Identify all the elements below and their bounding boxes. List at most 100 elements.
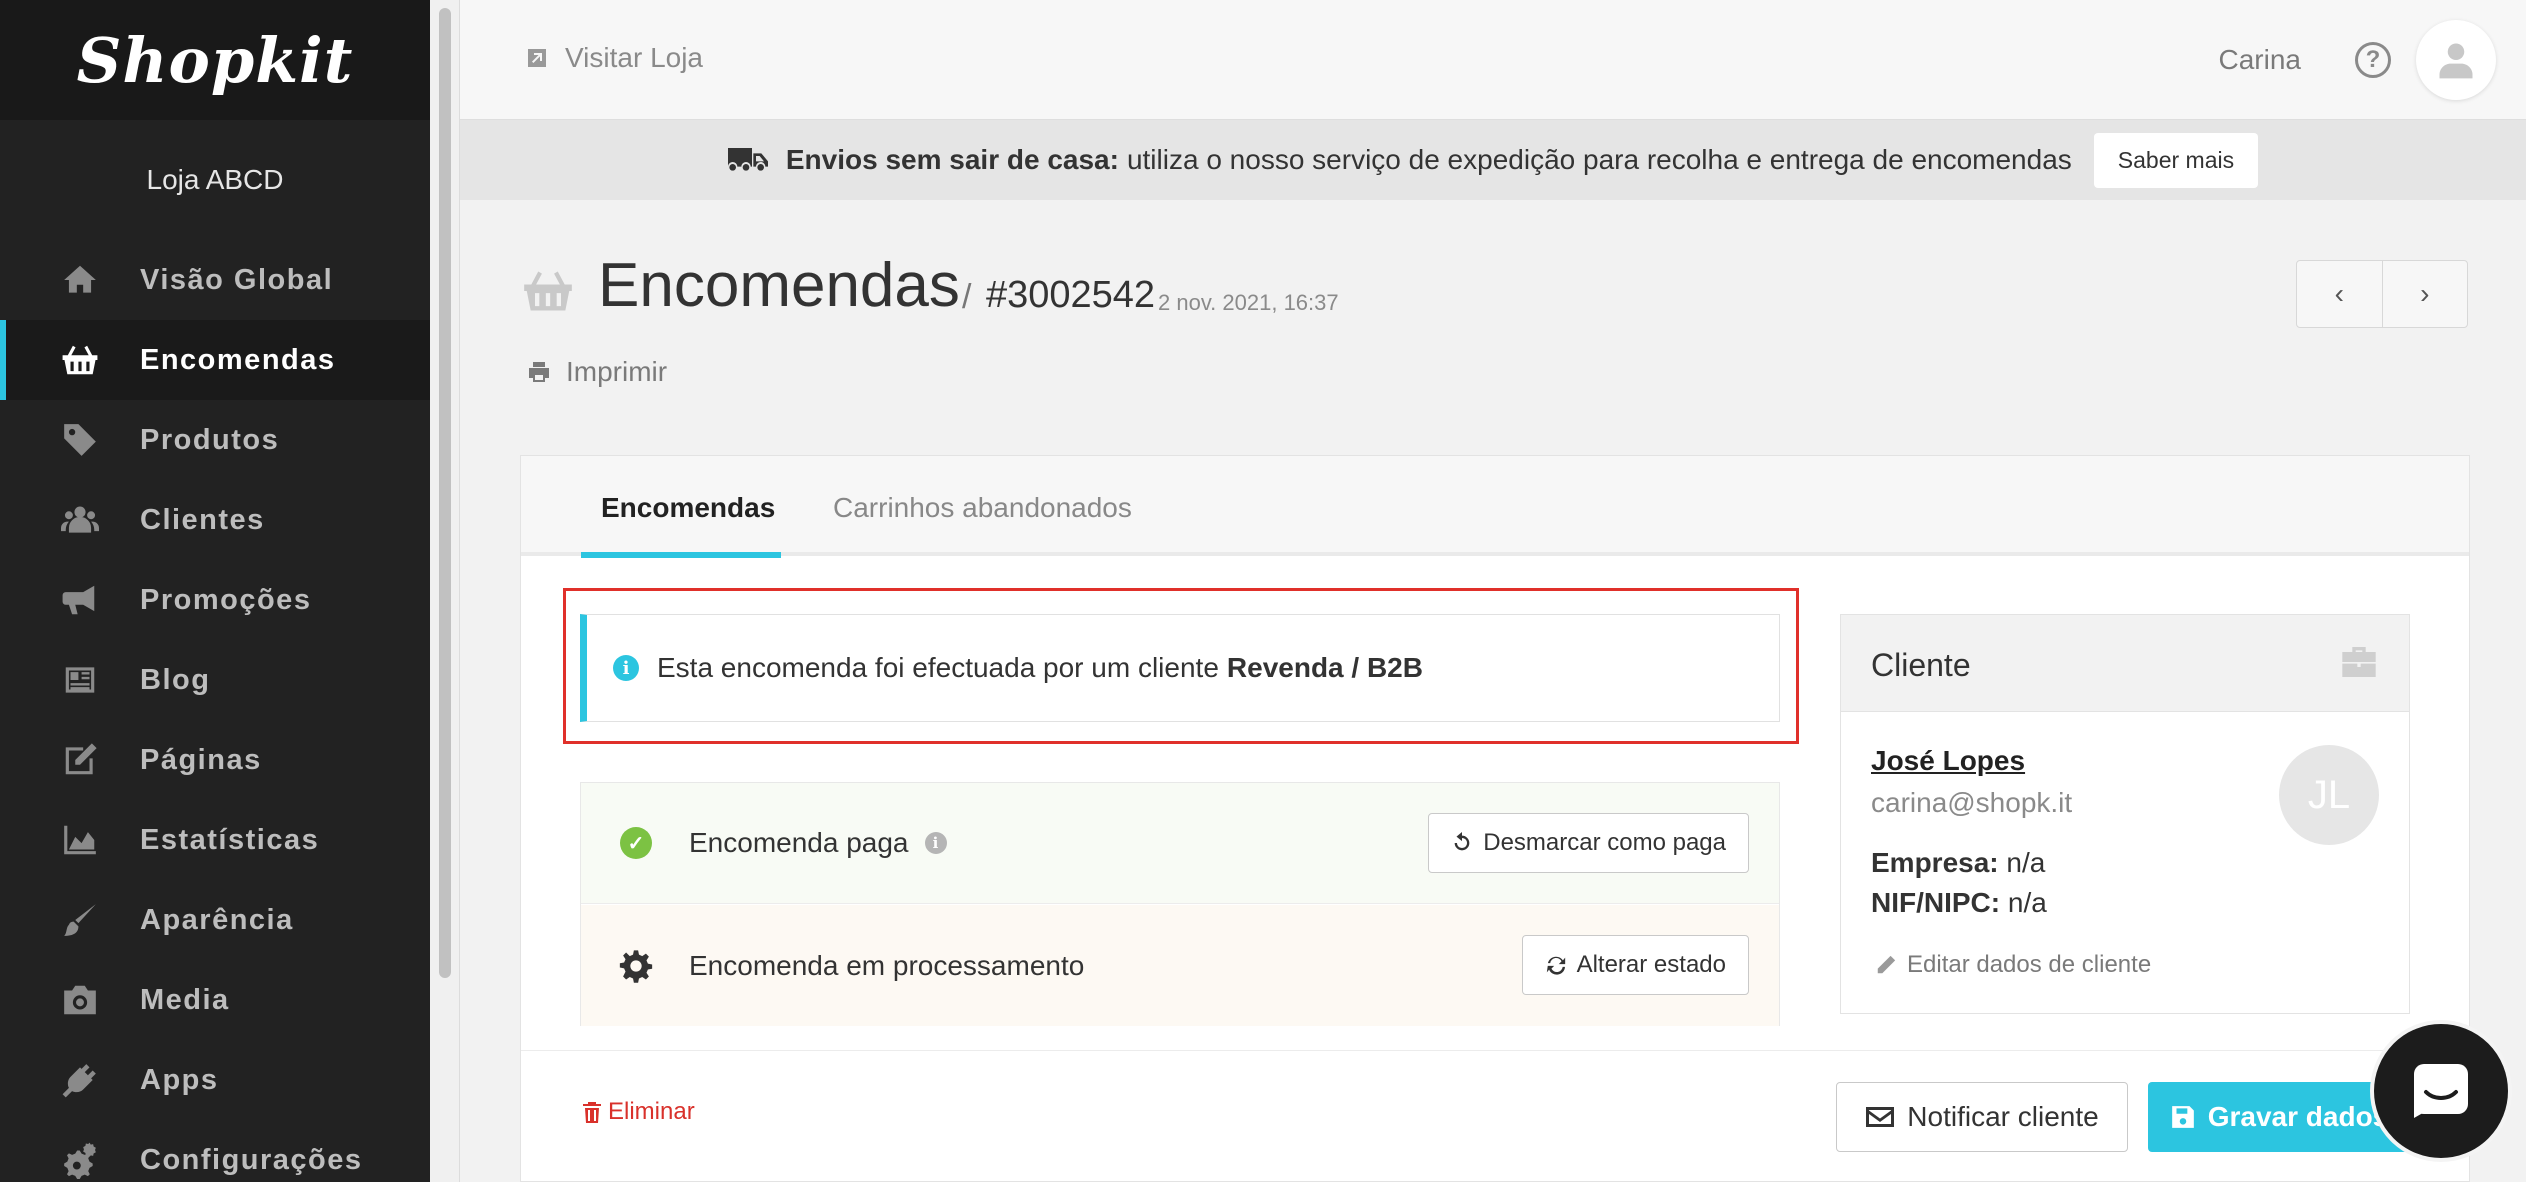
camera-icon <box>60 980 100 1020</box>
order-status-box: ✓ Encomenda paga i Desmarcar como paga E… <box>580 782 1780 1026</box>
company-value: n/a <box>2006 847 2046 878</box>
previous-order-button[interactable]: ‹ <box>2297 261 2383 327</box>
sidebar-item-clientes[interactable]: Clientes <box>0 480 430 560</box>
b2b-info-alert: i Esta encomenda foi efectuada por um cl… <box>580 614 1780 722</box>
sidebar-item-label: Promoções <box>140 583 312 616</box>
unmark-paid-button[interactable]: Desmarcar como paga <box>1428 813 1749 873</box>
change-status-label: Alterar estado <box>1576 951 1726 978</box>
sidebar-item-produtos[interactable]: Produtos <box>0 400 430 480</box>
info-icon[interactable]: i <box>924 832 947 854</box>
basket-icon <box>60 340 100 380</box>
delete-label: Eliminar <box>608 1098 695 1125</box>
tab-carrinhos-abandonados[interactable]: Carrinhos abandonados <box>833 492 1132 524</box>
info-icon: i <box>613 655 639 681</box>
processing-status-label: Encomenda em processamento <box>689 949 1085 981</box>
next-order-button[interactable]: › <box>2383 261 2468 327</box>
active-tab-indicator <box>581 552 781 558</box>
users-icon <box>60 500 100 540</box>
visit-store-link[interactable]: Visitar Loja <box>525 42 703 74</box>
newspaper-icon <box>60 660 100 700</box>
area-chart-icon <box>60 820 100 860</box>
nif-label: NIF/NIPC: <box>1871 887 2001 918</box>
company-label: Empresa: <box>1871 847 1999 878</box>
page-title: Encomendas <box>598 251 960 320</box>
sidebar-item-estatisticas[interactable]: Estatísticas <box>0 800 430 880</box>
plug-icon <box>60 1060 100 1100</box>
order-date: 2 nov. 2021, 16:37 <box>1158 290 1339 315</box>
top-bar: Visitar Loja Carina ? <box>460 0 2526 120</box>
sidebar-item-label: Aparência <box>140 903 294 936</box>
scrollbar-thumb[interactable] <box>439 8 451 978</box>
delete-order-button[interactable]: Eliminar <box>582 1098 695 1126</box>
sidebar-item-visao-global[interactable]: Visão Global <box>0 240 430 320</box>
client-email: carina@shopk.it <box>1871 787 2073 818</box>
nif-value: n/a <box>2007 887 2047 918</box>
sidebar-item-label: Clientes <box>140 503 265 536</box>
home-icon <box>60 260 100 300</box>
store-name[interactable]: Loja ABCD <box>0 120 430 240</box>
sidebar-item-media[interactable]: Media <box>0 960 430 1040</box>
sidebar-scrollbar[interactable] <box>430 0 460 1182</box>
sidebar-item-aparencia[interactable]: Aparência <box>0 880 430 960</box>
sidebar-item-paginas[interactable]: Páginas <box>0 720 430 800</box>
user-avatar[interactable] <box>2416 20 2496 100</box>
card-divider <box>521 1050 2469 1051</box>
alert-client-type: Revenda / B2B <box>1226 652 1423 683</box>
shipping-announcement: Envios sem sair de casa: utiliza o nosso… <box>460 120 2526 200</box>
tab-encomendas[interactable]: Encomendas <box>601 492 775 524</box>
chat-widget-button[interactable] <box>2370 1020 2512 1162</box>
sidebar-item-encomendas[interactable]: Encomendas <box>0 320 430 400</box>
edit-client-label: Editar dados de cliente <box>1907 951 2152 978</box>
sidebar-item-apps[interactable]: Apps <box>0 1040 430 1120</box>
sidebar-item-label: Estatísticas <box>140 823 320 856</box>
shopkit-logo[interactable]: Shopkit <box>0 0 430 120</box>
change-status-button[interactable]: Alterar estado <box>1521 935 1749 995</box>
announcement-text: utiliza o nosso serviço de expedição par… <box>1126 144 2072 175</box>
sidebar-item-label: Media <box>140 983 230 1016</box>
trash-icon <box>583 1102 601 1123</box>
sidebar-item-label: Páginas <box>140 743 262 776</box>
learn-more-button[interactable]: Saber mais <box>2093 132 2259 188</box>
tabs-bar: Encomendas Carrinhos abandonados <box>521 456 2469 558</box>
user-icon <box>2439 43 2473 79</box>
sidebar-item-configuracoes[interactable]: Configurações <box>0 1120 430 1182</box>
basket-icon <box>520 265 576 317</box>
client-nif: NIF/NIPC: n/a <box>1871 887 2047 919</box>
announcement-bold: Envios sem sair de casa: <box>785 144 1119 175</box>
cogs-icon <box>60 1140 100 1180</box>
edit-page-icon <box>60 740 100 780</box>
gear-icon <box>619 949 653 983</box>
client-panel: Cliente José Lopes carina@shopk.it Empre… <box>1840 614 2410 1014</box>
undo-icon <box>1454 832 1470 851</box>
visit-store-label: Visitar Loja <box>565 42 704 73</box>
print-icon <box>529 362 549 382</box>
logo-text: Shopkit <box>76 23 354 97</box>
sidebar-item-blog[interactable]: Blog <box>0 640 430 720</box>
sidebar-item-label: Encomendas <box>140 343 336 376</box>
notify-client-button[interactable]: Notificar cliente <box>1836 1082 2128 1152</box>
alert-text: Esta encomenda foi efectuada por um clie… <box>657 652 1219 683</box>
chat-icon <box>2414 1064 2468 1118</box>
check-circle-icon: ✓ <box>619 826 653 860</box>
external-link-icon <box>528 49 546 67</box>
notify-client-label: Notificar cliente <box>1907 1101 2099 1132</box>
client-name-link[interactable]: José Lopes <box>1871 745 2025 777</box>
envelope-icon <box>1866 1107 1895 1127</box>
breadcrumb-separator: / <box>962 278 972 316</box>
pencil-icon <box>1877 955 1896 974</box>
sidebar-item-promocoes[interactable]: Promoções <box>0 560 430 640</box>
sidebar-item-label: Configurações <box>140 1143 363 1176</box>
edit-client-link[interactable]: Editar dados de cliente <box>1875 951 2151 979</box>
print-label: Imprimir <box>566 356 668 387</box>
help-icon[interactable]: ? <box>2355 42 2391 78</box>
client-company: Empresa: n/a <box>1871 847 2045 879</box>
client-panel-title: Cliente <box>1871 647 1971 683</box>
floppy-disk-icon <box>2171 1106 2194 1128</box>
sidebar: Shopkit Loja ABCD Visão Global Encomenda… <box>0 0 430 1182</box>
print-button[interactable]: Imprimir <box>526 356 667 388</box>
sidebar-item-label: Apps <box>140 1063 219 1096</box>
unmark-paid-label: Desmarcar como paga <box>1483 829 1726 856</box>
refresh-icon <box>1546 956 1565 975</box>
user-name[interactable]: Carina <box>2219 44 2301 76</box>
client-avatar: JL <box>2279 745 2379 845</box>
